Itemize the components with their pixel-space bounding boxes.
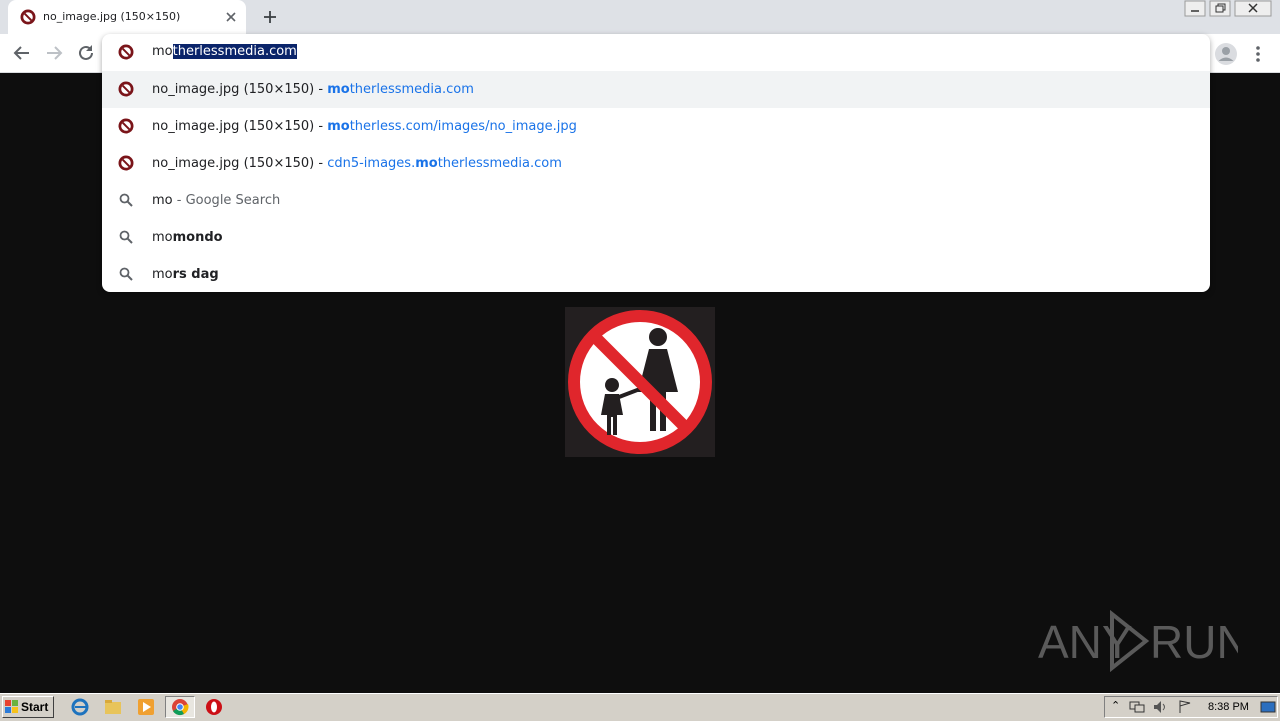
suggestion-title: no_image.jpg (150×150) xyxy=(152,156,315,171)
opera-icon[interactable] xyxy=(205,698,223,716)
suggestion-text: no_image.jpg (150×150) - motherless.com/… xyxy=(152,119,577,134)
motherless-icon xyxy=(118,118,134,134)
taskbar: Start ⌃ 8:38 PM xyxy=(0,693,1280,721)
show-hidden-icons-icon[interactable]: ⌃ xyxy=(1111,699,1120,712)
suggestion-url-pre: cdn5-images. xyxy=(327,156,416,171)
motherless-icon xyxy=(20,9,36,25)
suggestion-completion: rs dag xyxy=(172,267,219,282)
suggestion-url-rest: therlessmedia.com xyxy=(349,82,474,97)
suggestion-url-match: mo xyxy=(327,82,350,97)
new-tab-icon[interactable] xyxy=(261,8,279,26)
suggestion-item[interactable]: momondo xyxy=(102,219,1210,256)
suggestion-title: no_image.jpg (150×150) xyxy=(152,82,315,97)
suggestion-completion: mondo xyxy=(172,230,223,245)
media-player-icon[interactable] xyxy=(137,698,155,716)
prohibited-adult-child-image xyxy=(565,307,715,457)
watermark-run: RUN xyxy=(1150,616,1238,668)
close-window-icon[interactable] xyxy=(1234,0,1272,18)
suggestion-query: mo xyxy=(152,230,173,245)
suggestion-item[interactable]: no_image.jpg (150×150) - motherlessmedia… xyxy=(102,71,1210,108)
start-label: Start xyxy=(21,700,49,714)
search-icon xyxy=(119,267,133,281)
suggestion-url-rest: therlessmedia.com xyxy=(437,156,562,171)
suggestion-text: momondo xyxy=(152,230,223,245)
suggestion-url-match: mo xyxy=(327,119,350,134)
autocomplete-selection: therlessmedia.com xyxy=(172,44,297,59)
suggestion-text: mors dag xyxy=(152,267,219,282)
taskbar-chrome-button[interactable] xyxy=(165,696,195,718)
suggestion-url-rest: therless.com/images/no_image.jpg xyxy=(349,119,577,134)
system-tray: ⌃ xyxy=(1104,696,1278,718)
start-button[interactable]: Start xyxy=(2,696,54,718)
suggestion-url-match: mo xyxy=(415,156,438,171)
suggestion-text: no_image.jpg (150×150) - motherlessmedia… xyxy=(152,82,474,97)
volume-icon[interactable] xyxy=(1153,700,1169,714)
suggestion-separator: - xyxy=(314,156,328,171)
internet-explorer-icon[interactable] xyxy=(71,698,89,716)
motherless-icon xyxy=(118,44,134,60)
forward-arrow-icon[interactable] xyxy=(43,42,65,64)
network-icon[interactable] xyxy=(1129,700,1145,714)
file-explorer-icon[interactable] xyxy=(104,698,122,716)
suggestion-text: no_image.jpg (150×150) - cdn5-images.mot… xyxy=(152,156,562,171)
tab-active[interactable]: no_image.jpg (150×150) xyxy=(8,0,246,34)
suggestion-query: mo xyxy=(152,193,173,208)
motherless-icon xyxy=(118,155,134,171)
omnibox-dropdown: motherlessmedia.com no_image.jpg (150×15… xyxy=(102,34,1210,292)
typed-prefix: mo xyxy=(152,44,173,59)
suggestion-url: motherlessmedia.com xyxy=(327,82,474,97)
clock: 8:38 PM xyxy=(1208,701,1249,713)
suggestion-title: no_image.jpg (150×150) xyxy=(152,119,315,134)
suggestion-item[interactable]: mo - Google Search xyxy=(102,182,1210,219)
address-input-text[interactable]: motherlessmedia.com xyxy=(152,44,297,59)
suggestion-item[interactable]: mors dag xyxy=(102,256,1210,293)
reload-icon[interactable] xyxy=(75,42,97,64)
restore-icon[interactable] xyxy=(1209,0,1231,18)
suggestion-text: mo - Google Search xyxy=(152,193,280,208)
close-tab-icon[interactable] xyxy=(222,8,240,26)
suggestion-item[interactable]: no_image.jpg (150×150) - cdn5-images.mot… xyxy=(102,145,1210,182)
suggestion-item[interactable]: no_image.jpg (150×150) - motherless.com/… xyxy=(102,108,1210,145)
watermark-any: ANY xyxy=(1038,616,1133,668)
anyrun-watermark: ANY RUN xyxy=(1038,609,1238,672)
suggestion-separator: - xyxy=(314,82,328,97)
windows-logo-icon xyxy=(5,700,18,713)
suggestion-url: cdn5-images.motherlessmedia.com xyxy=(327,156,562,171)
show-desktop-icon[interactable] xyxy=(1260,700,1276,714)
flag-icon[interactable] xyxy=(1177,700,1193,714)
motherless-icon xyxy=(118,81,134,97)
suggestion-suffix: - Google Search xyxy=(172,193,281,208)
more-menu-icon[interactable] xyxy=(1248,44,1268,64)
back-arrow-icon[interactable] xyxy=(11,42,33,64)
search-icon xyxy=(119,230,133,244)
search-icon xyxy=(119,193,133,207)
suggestion-url: motherless.com/images/no_image.jpg xyxy=(327,119,577,134)
chrome-icon xyxy=(172,699,189,716)
profile-avatar-icon[interactable] xyxy=(1214,42,1238,66)
suggestion-separator: - xyxy=(314,119,328,134)
suggestion-query: mo xyxy=(152,267,173,282)
tab-title: no_image.jpg (150×150) xyxy=(43,10,181,23)
address-bar[interactable]: motherlessmedia.com xyxy=(102,34,1210,70)
tab-strip: no_image.jpg (150×150) xyxy=(0,0,1280,34)
minimize-icon[interactable] xyxy=(1184,0,1206,18)
